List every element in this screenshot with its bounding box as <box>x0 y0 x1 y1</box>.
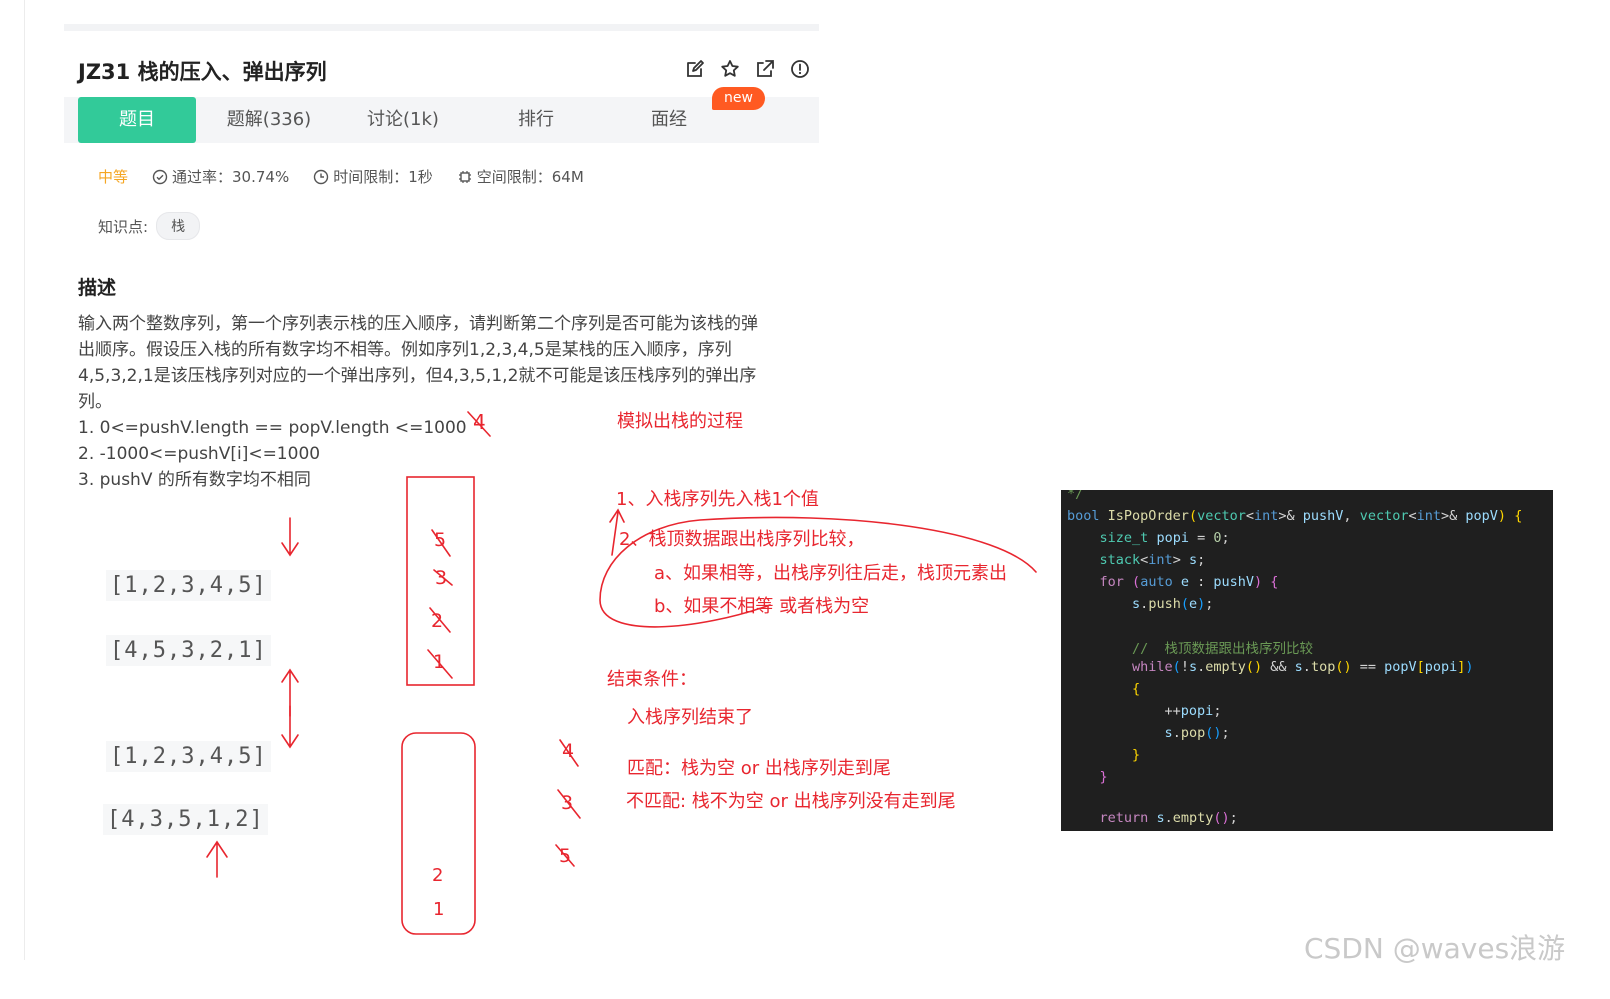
up-arrow <box>281 668 299 717</box>
code-comment-end: */ <box>1067 490 1084 502</box>
code-line: } <box>1099 769 1108 785</box>
side-mark: 3 <box>561 792 574 814</box>
stack-a-item: 2 <box>431 610 444 632</box>
push-sequence-b: [1,2,3,4,5] <box>106 741 271 772</box>
annotation-match: 匹配：栈为空 or 出栈序列走到尾 <box>627 758 891 779</box>
stack-a-item: 5 <box>434 529 447 551</box>
clock-icon <box>314 169 329 184</box>
knowledge-label: 知识点: <box>98 217 149 236</box>
code-editor: */ bool IsPopOrder(vector<int>& pushV, v… <box>1061 490 1553 831</box>
description-line: 4,5,3,2,1是该压栈序列对应的一个弹出序列，但4,3,5,1,2就不可能是… <box>78 366 757 386</box>
code-line: s.push(e); <box>1132 596 1214 612</box>
annotation-step2: 2、栈顶数据跟出栈序列比较， <box>619 529 865 550</box>
description-line: 输入两个整数序列，第一个序列表示栈的压入顺序，请判断第二个序列是否可能为该栈的弹 <box>78 314 758 334</box>
tab-solutions[interactable]: 题解(336) <box>214 97 324 143</box>
watermark: CSDN @waves浪游 <box>1304 932 1566 965</box>
description-heading: 描述 <box>78 277 117 299</box>
code-comment: // 栈顶数据跟出栈序列比较 <box>1132 641 1314 657</box>
tab-ranking[interactable]: 排行 <box>481 97 591 143</box>
space-limit-text: 空间限制：64M <box>476 168 584 186</box>
title-actions <box>684 58 811 80</box>
annotation-step1: 1、入栈序列先入栈1个值 <box>616 489 819 510</box>
new-badge: new <box>712 87 765 110</box>
side-mark: 4 <box>562 740 575 762</box>
stack-a-item: 3 <box>435 567 448 589</box>
page-left-rule <box>24 0 25 960</box>
stack-b-item: 2 <box>432 865 444 886</box>
pass-rate: 通过率：30.74% <box>152 166 289 187</box>
down-arrow <box>281 705 299 749</box>
report-icon[interactable] <box>789 58 811 80</box>
up-arrow <box>206 840 228 878</box>
knowledge-points: 知识点: 栈 <box>98 212 201 240</box>
push-sequence-a: [1,2,3,4,5] <box>106 570 271 601</box>
stack-b-item: 1 <box>433 899 445 920</box>
tag-stack[interactable]: 栈 <box>156 212 201 240</box>
annotation-heading: 模拟出栈的过程 <box>617 411 743 432</box>
annotation-end-title: 结束条件： <box>607 669 697 690</box>
tab-discussion[interactable]: 讨论(1k) <box>348 97 458 143</box>
annotation-step2b: b、如果不相等 或者栈为空 <box>654 596 870 617</box>
code-line: bool IsPopOrder(vector<int>& pushV, vect… <box>1067 508 1523 524</box>
problem-meta: 中等 通过率：30.74% 时间限制：1秒 空间限制：64M <box>98 166 608 187</box>
tab-problem[interactable]: 题目 <box>78 97 196 143</box>
side-mark: 5 <box>559 845 572 867</box>
pop-sequence-b: [4,3,5,1,2] <box>103 804 268 835</box>
code-line: for (auto e : pushV) { <box>1099 574 1279 590</box>
tab-bar: 题目 题解(336) 讨论(1k) 排行 面经 <box>64 97 819 143</box>
code-line: return s.empty(); <box>1099 810 1238 826</box>
annotation-step2a: a、如果相等，出栈序列往后走，栈顶元素出 <box>654 563 1008 584</box>
pass-rate-text: 通过率：30.74% <box>172 168 290 186</box>
annotation-end-line: 入栈序列结束了 <box>627 707 753 728</box>
time-limit-text: 时间限制：1秒 <box>333 168 433 186</box>
chip-icon <box>458 170 471 183</box>
stack-a-item: 1 <box>433 651 446 673</box>
constraint-line: 2. -1000<=pushV[i]<=1000 <box>78 444 321 464</box>
space-limit: 空间限制：64M <box>457 166 584 187</box>
time-limit: 时间限制：1秒 <box>313 166 433 187</box>
difficulty-label: 中等 <box>98 168 129 186</box>
header-top-strip <box>64 24 819 31</box>
code-line: { <box>1132 681 1141 697</box>
code-line: stack<int> s; <box>1099 552 1206 568</box>
code-line: s.pop(); <box>1164 725 1230 741</box>
share-icon[interactable] <box>754 58 776 80</box>
code-line: while(!s.empty() && s.top() == popV[popi… <box>1132 659 1474 675</box>
pop-sequence-a: [4,5,3,2,1] <box>106 635 271 666</box>
code-line: ++popi; <box>1067 703 1222 719</box>
star-icon[interactable] <box>719 58 741 80</box>
problem-title: JZ31 栈的压入、弹出序列 <box>78 60 327 84</box>
code-line: size_t popi = 0; <box>1099 530 1230 546</box>
mark-four: 4 <box>473 410 486 434</box>
edit-icon[interactable] <box>684 58 706 80</box>
code-line: } <box>1132 747 1141 763</box>
description-line: 出顺序。假设压入栈的所有数字均不相等。例如序列1,2,3,4,5是某栈的压入顺序… <box>78 340 732 360</box>
check-circle-icon <box>152 169 168 184</box>
description-body: 输入两个整数序列，第一个序列表示栈的压入顺序，请判断第二个序列是否可能为该栈的弹… <box>78 311 808 493</box>
tab-interview[interactable]: 面经 <box>614 97 724 143</box>
annotation-mismatch: 不匹配: 栈不为空 or 出栈序列没有走到尾 <box>626 791 956 812</box>
down-arrow <box>281 517 299 557</box>
